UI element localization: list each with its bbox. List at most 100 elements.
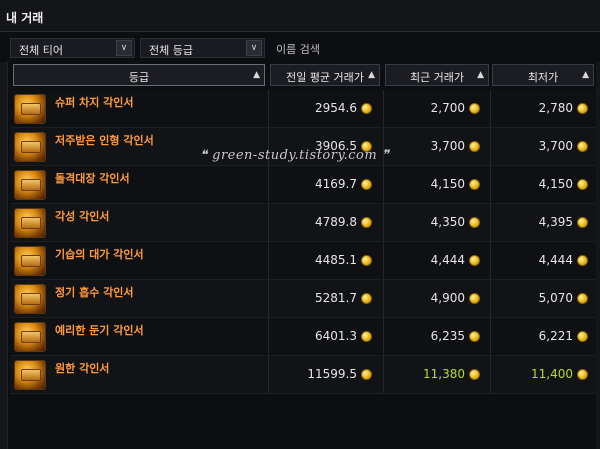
search-input[interactable]: 이름 검색 xyxy=(270,38,600,58)
item-name: 기습의 대가 각인서 xyxy=(55,248,144,261)
gold-coin-icon xyxy=(577,217,588,228)
header-grade-label: 등급 xyxy=(128,71,150,84)
book-cover-decor xyxy=(21,331,41,343)
grade-select[interactable]: 전체 등급 ∨ xyxy=(140,38,265,58)
header-lowest-label: 최저가 xyxy=(527,71,559,84)
gold-coin-icon xyxy=(361,103,372,114)
prev-avg-price: 5281.7 xyxy=(315,291,357,305)
gold-coin-icon xyxy=(361,179,372,190)
item-name: 돌격대장 각인서 xyxy=(55,172,130,185)
lowest-price: 4,444 xyxy=(538,253,573,267)
prev-avg-price: 4789.8 xyxy=(315,215,357,229)
table-row[interactable]: 각성 각인서 4789.8 4,350 4,395 xyxy=(10,204,600,242)
prev-avg-price: 6401.3 xyxy=(315,329,357,343)
book-cover-decor xyxy=(21,217,41,229)
recent-price: 4,900 xyxy=(430,291,465,305)
item-name: 예리한 둔기 각인서 xyxy=(55,324,144,337)
book-cover-decor xyxy=(21,141,41,153)
prev-avg-price: 2954.6 xyxy=(315,101,357,115)
engraving-book-icon xyxy=(14,360,46,390)
gold-coin-icon xyxy=(361,331,372,342)
item-name: 원한 각인서 xyxy=(55,362,110,375)
lowest-price: 4,150 xyxy=(538,177,573,191)
header-prev-avg[interactable]: 전일 평균 거래가 ▲ xyxy=(270,64,380,86)
gold-coin-icon xyxy=(469,369,480,380)
gold-coin-icon xyxy=(361,369,372,380)
table-row[interactable]: 정기 흡수 각인서 5281.7 4,900 5,070 xyxy=(10,280,600,318)
gold-coin-icon xyxy=(469,141,480,152)
item-name: 각성 각인서 xyxy=(55,210,110,223)
gold-coin-icon xyxy=(469,179,480,190)
engraving-book-icon xyxy=(14,284,46,314)
gold-coin-icon xyxy=(577,103,588,114)
gold-coin-icon xyxy=(577,179,588,190)
engraving-book-icon xyxy=(14,208,46,238)
left-panel-edge xyxy=(0,62,8,449)
engraving-book-icon xyxy=(14,94,46,124)
engraving-book-icon xyxy=(14,170,46,200)
tier-select[interactable]: 전체 티어 ∨ xyxy=(10,38,135,58)
gold-coin-icon xyxy=(469,217,480,228)
recent-price: 4,444 xyxy=(430,253,465,267)
table-row[interactable]: 기습의 대가 각인서 4485.1 4,444 4,444 xyxy=(10,242,600,280)
prev-avg-price: 11599.5 xyxy=(307,367,357,381)
scrollbar[interactable] xyxy=(596,62,600,449)
trade-table: 등급 ▲ 전일 평균 거래가 ▲ 최근 거래가 ▲ 최저가 ▲ 슈퍼 차지 각인… xyxy=(0,62,600,449)
gold-coin-icon xyxy=(361,293,372,304)
gold-coin-icon xyxy=(469,331,480,342)
engraving-book-icon xyxy=(14,322,46,352)
book-cover-decor xyxy=(21,255,41,267)
recent-price: 11,380 xyxy=(423,367,465,381)
table-row[interactable]: 예리한 둔기 각인서 6401.3 6,235 6,221 xyxy=(10,318,600,356)
watermark: ❝ green-study.tistory.com ❞ xyxy=(200,148,390,163)
sort-up-icon: ▲ xyxy=(368,70,375,80)
sort-up-icon: ▲ xyxy=(477,70,484,80)
gold-coin-icon xyxy=(469,255,480,266)
gold-coin-icon xyxy=(577,141,588,152)
item-name: 정기 흡수 각인서 xyxy=(55,286,134,299)
lowest-price: 6,221 xyxy=(538,329,573,343)
book-cover-decor xyxy=(21,179,41,191)
lowest-price: 11,400 xyxy=(531,367,573,381)
recent-price: 2,700 xyxy=(430,101,465,115)
prev-avg-price: 4169.7 xyxy=(315,177,357,191)
book-cover-decor xyxy=(21,103,41,115)
gold-coin-icon xyxy=(577,369,588,380)
gold-coin-icon xyxy=(577,255,588,266)
gold-coin-icon xyxy=(577,293,588,304)
chevron-down-icon[interactable]: ∨ xyxy=(246,40,262,56)
table-row[interactable]: 슈퍼 차지 각인서 2954.6 2,700 2,780 xyxy=(10,90,600,128)
recent-price: 6,235 xyxy=(430,329,465,343)
item-name: 저주받은 인형 각인서 xyxy=(55,134,154,147)
header-grade[interactable]: 등급 ▲ xyxy=(13,64,265,86)
sort-up-icon: ▲ xyxy=(253,70,260,80)
engraving-book-icon xyxy=(14,246,46,276)
recent-price: 4,350 xyxy=(430,215,465,229)
tier-select-label: 전체 티어 xyxy=(19,44,63,57)
grade-select-label: 전체 등급 xyxy=(149,44,193,57)
tab-my-trade[interactable]: 내 거래 xyxy=(6,9,43,26)
gold-coin-icon xyxy=(361,255,372,266)
recent-price: 4,150 xyxy=(430,177,465,191)
gold-coin-icon xyxy=(469,293,480,304)
header-recent[interactable]: 최근 거래가 ▲ xyxy=(385,64,489,86)
header-lowest[interactable]: 최저가 ▲ xyxy=(492,64,594,86)
book-cover-decor xyxy=(21,293,41,305)
sort-up-icon: ▲ xyxy=(582,70,589,80)
gold-coin-icon xyxy=(469,103,480,114)
filter-bar: 전체 티어 ∨ 전체 등급 ∨ 이름 검색 xyxy=(0,36,600,60)
lowest-price: 3,700 xyxy=(538,139,573,153)
chevron-down-icon[interactable]: ∨ xyxy=(116,40,132,56)
header-recent-label: 최근 거래가 xyxy=(409,71,465,84)
lowest-price: 4,395 xyxy=(538,215,573,229)
table-row[interactable]: 원한 각인서 11599.5 11,380 11,400 xyxy=(10,356,600,394)
prev-avg-price: 4485.1 xyxy=(315,253,357,267)
item-name: 슈퍼 차지 각인서 xyxy=(55,96,134,109)
gold-coin-icon xyxy=(577,331,588,342)
table-row[interactable]: 돌격대장 각인서 4169.7 4,150 4,150 xyxy=(10,166,600,204)
gold-coin-icon xyxy=(361,217,372,228)
engraving-book-icon xyxy=(14,132,46,162)
tab-bar: 내 거래 xyxy=(0,0,600,32)
lowest-price: 5,070 xyxy=(538,291,573,305)
header-prev-avg-label: 전일 평균 거래가 xyxy=(286,71,364,84)
